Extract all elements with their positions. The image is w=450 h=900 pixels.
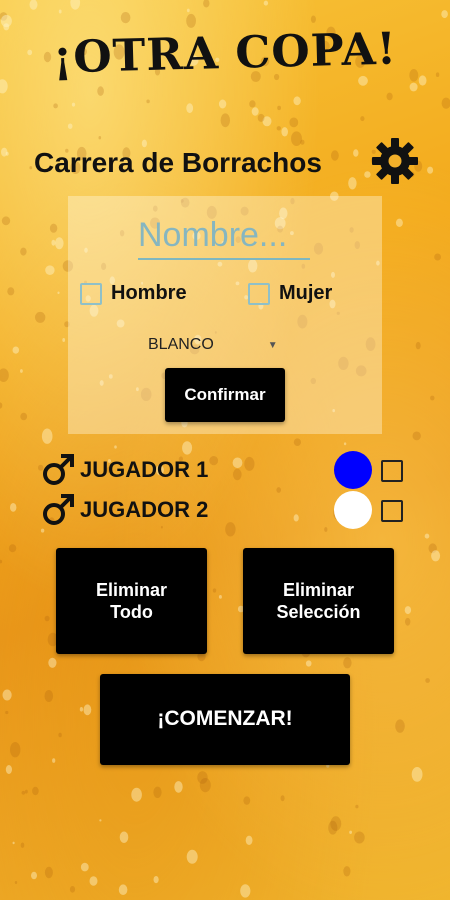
gender-option-hombre[interactable]: Hombre [80,282,187,305]
color-select[interactable]: BLANCO ▼ [148,332,288,358]
player-form-panel: Hombre Mujer BLANCO ▼ Confirmar [68,196,382,434]
hombre-checkbox[interactable] [80,282,102,305]
mujer-label: Mujer [279,282,333,304]
male-icon [43,494,74,525]
dropdown-caret-icon: ▼ [267,339,278,351]
name-input[interactable] [138,212,310,260]
player-2-checkbox[interactable] [381,500,403,522]
male-icon [43,454,74,485]
gear-icon[interactable] [370,136,420,186]
player-2-label: JUGADOR 2 [80,497,209,522]
player-1-label: JUGADOR 1 [80,457,209,482]
beer-bubbles-background [0,0,450,898]
app-title: ¡OTRA COPA! [52,23,398,84]
player-row-1[interactable]: JUGADOR 1 [40,452,208,488]
player-2-color-dot [334,491,372,529]
delete-selected-button[interactable]: Eliminar Selección [243,548,394,654]
hombre-label: Hombre [111,282,187,304]
start-button[interactable]: ¡COMENZAR! [100,674,350,765]
app-subtitle: Carrera de Borrachos [34,147,322,178]
gender-option-mujer[interactable]: Mujer [248,282,332,305]
mujer-checkbox[interactable] [248,282,270,305]
player-1-color-dot [334,451,372,489]
delete-all-button[interactable]: Eliminar Todo [56,548,207,654]
confirm-button[interactable]: Confirmar [165,368,285,422]
color-select-value: BLANCO [148,336,214,353]
player-row-2[interactable]: JUGADOR 2 [40,492,208,528]
player-1-checkbox[interactable] [381,460,403,482]
